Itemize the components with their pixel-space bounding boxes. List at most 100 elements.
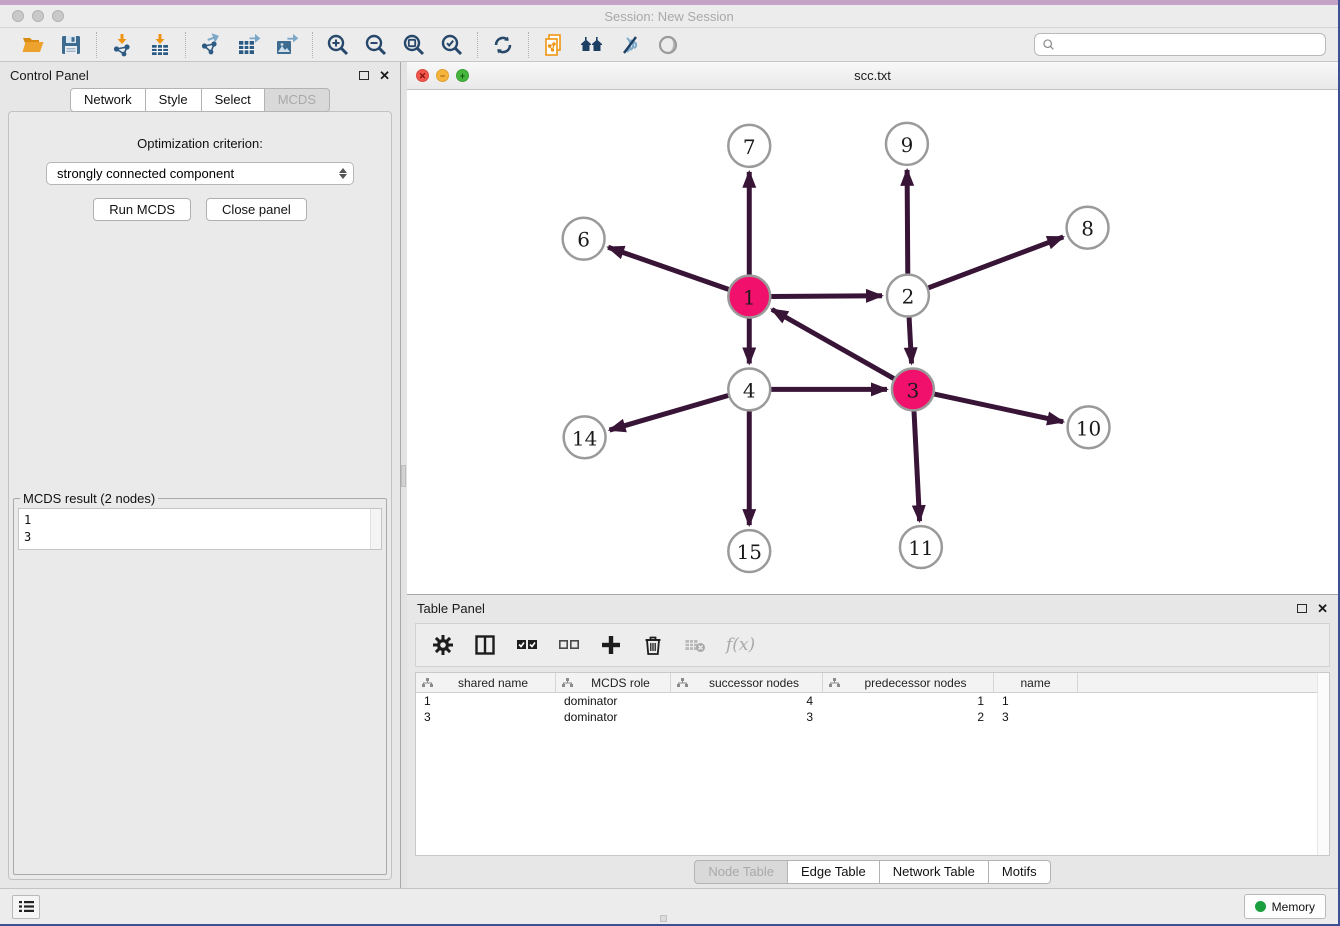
task-history-button[interactable] (12, 895, 40, 919)
mcds-result-list[interactable]: 13 (18, 508, 382, 550)
table-scrollbar[interactable] (1317, 673, 1329, 855)
selected-criterion: strongly connected component (57, 166, 339, 181)
workspace-column: ✕ − + scc.txt 7 9 6 8 1 2 4 3 14 10 15 11 Table Pan… (407, 62, 1338, 888)
memory-label: Memory (1272, 900, 1315, 914)
graph-edge-3-10[interactable] (934, 394, 1063, 422)
graph-node-4[interactable]: 4 (728, 368, 770, 410)
splitter-grip-icon[interactable] (401, 465, 406, 487)
float-panel-icon[interactable] (359, 71, 369, 80)
graph-edge-4-14[interactable] (610, 396, 729, 431)
column-header-name[interactable]: name (994, 673, 1078, 692)
table-tabs-bar: Node TableEdge TableNetwork TableMotifs (407, 856, 1338, 888)
tab-network[interactable]: Network (70, 88, 146, 112)
zoom-in-icon[interactable] (323, 31, 353, 59)
network-minimize-button[interactable]: − (436, 69, 449, 82)
show-all-icon[interactable] (653, 31, 683, 59)
save-session-icon[interactable] (56, 31, 86, 59)
result-scrollbar[interactable] (370, 509, 381, 549)
column-header-MCDS-role[interactable]: MCDS role (556, 673, 671, 692)
import-table-icon[interactable] (145, 31, 175, 59)
close-panel-icon[interactable]: ✕ (379, 69, 390, 82)
network-canvas[interactable]: 7 9 6 8 1 2 4 3 14 10 15 11 (407, 90, 1338, 594)
column-tree-icon (562, 678, 573, 688)
function-builder-icon[interactable]: f(x) (726, 635, 755, 655)
open-session-icon[interactable] (18, 31, 48, 59)
refresh-view-icon[interactable] (488, 31, 518, 59)
settings-gear-icon[interactable] (432, 634, 454, 656)
graph-node-15[interactable]: 15 (728, 530, 770, 572)
control-panel-header: Control Panel ✕ (0, 62, 400, 88)
run-mcds-button[interactable]: Run MCDS (93, 198, 191, 221)
export-table-icon[interactable] (234, 31, 264, 59)
table-row[interactable]: 3dominator323 (416, 709, 1329, 725)
first-neighbors-icon[interactable] (577, 31, 607, 59)
table-row[interactable]: 1dominator411 (416, 693, 1329, 709)
network-maximize-button[interactable]: + (456, 69, 469, 82)
tab-select[interactable]: Select (202, 88, 265, 112)
tab-motifs[interactable]: Motifs (989, 860, 1051, 884)
graph-node-3[interactable]: 3 (892, 368, 934, 410)
export-network-icon[interactable] (196, 31, 226, 59)
graph-node-9[interactable]: 9 (886, 123, 928, 165)
search-input[interactable] (1060, 38, 1318, 52)
graph-edge-1-6[interactable] (608, 247, 728, 289)
add-column-icon[interactable] (600, 634, 622, 656)
graph-edge-2-3[interactable] (909, 318, 911, 364)
graph-edge-3-11[interactable] (914, 411, 920, 521)
canvas-resize-handle[interactable] (660, 915, 667, 922)
minimize-window-button[interactable] (32, 10, 44, 22)
close-window-button[interactable] (12, 10, 24, 22)
import-network-icon[interactable] (107, 31, 137, 59)
table-body: 1dominator4113dominator323 (416, 693, 1329, 725)
panel-splitter[interactable] (400, 62, 407, 888)
clone-network-icon[interactable] (539, 31, 569, 59)
graph-node-6[interactable]: 6 (563, 218, 605, 260)
network-close-button[interactable]: ✕ (416, 69, 429, 82)
column-header-predecessor-nodes[interactable]: predecessor nodes (823, 673, 994, 692)
memory-button[interactable]: Memory (1244, 894, 1326, 919)
graph-edge-2-8[interactable] (928, 237, 1063, 288)
show-columns-icon[interactable] (474, 634, 496, 656)
optimization-criterion-select[interactable]: strongly connected component (46, 162, 354, 185)
network-window-titlebar[interactable]: ✕ − + scc.txt (407, 62, 1338, 90)
graph-node-7[interactable]: 7 (728, 125, 770, 167)
graph-node-2[interactable]: 2 (887, 275, 929, 317)
graph-edge-1-2[interactable] (771, 296, 882, 297)
list-icon (19, 900, 34, 913)
export-image-icon[interactable] (272, 31, 302, 59)
delete-table-icon[interactable] (684, 634, 706, 656)
application-window: Session: New Session (0, 0, 1340, 926)
graph-edge-2-9[interactable] (907, 170, 908, 274)
table-panel-title: Table Panel (417, 601, 485, 616)
hide-selected-icon[interactable] (615, 31, 645, 59)
svg-text:11: 11 (908, 536, 933, 560)
tab-mcds[interactable]: MCDS (265, 88, 330, 112)
table-cell: 1 (823, 694, 994, 708)
tab-edge-table[interactable]: Edge Table (788, 860, 880, 884)
close-panel-button[interactable]: Close panel (206, 198, 307, 221)
tab-node-table[interactable]: Node Table (694, 860, 788, 884)
tab-network-table[interactable]: Network Table (880, 860, 989, 884)
graph-node-1[interactable]: 1 (728, 276, 770, 318)
tab-style[interactable]: Style (146, 88, 202, 112)
close-table-panel-icon[interactable]: ✕ (1317, 602, 1328, 615)
deselect-all-rows-icon[interactable] (558, 634, 580, 656)
zoom-out-icon[interactable] (361, 31, 391, 59)
column-header-successor-nodes[interactable]: successor nodes (671, 673, 823, 692)
zoom-fit-icon[interactable] (399, 31, 429, 59)
column-tree-icon (677, 678, 688, 688)
graph-node-8[interactable]: 8 (1067, 207, 1109, 249)
graph-node-14[interactable]: 14 (564, 416, 606, 458)
column-header-shared-name[interactable]: shared name (416, 673, 556, 692)
select-all-rows-icon[interactable] (516, 634, 538, 656)
float-table-panel-icon[interactable] (1297, 604, 1307, 613)
table-toolbar: f(x) (415, 623, 1330, 667)
graph-node-10[interactable]: 10 (1068, 406, 1110, 448)
graph-edge-3-1[interactable] (772, 309, 894, 378)
mac-titlebar: Session: New Session (0, 5, 1338, 28)
delete-columns-trash-icon[interactable] (642, 634, 664, 656)
graph-node-11[interactable]: 11 (900, 526, 942, 568)
zoom-window-button[interactable] (52, 10, 64, 22)
zoom-selected-icon[interactable] (437, 31, 467, 59)
main-toolbar (0, 28, 1338, 62)
